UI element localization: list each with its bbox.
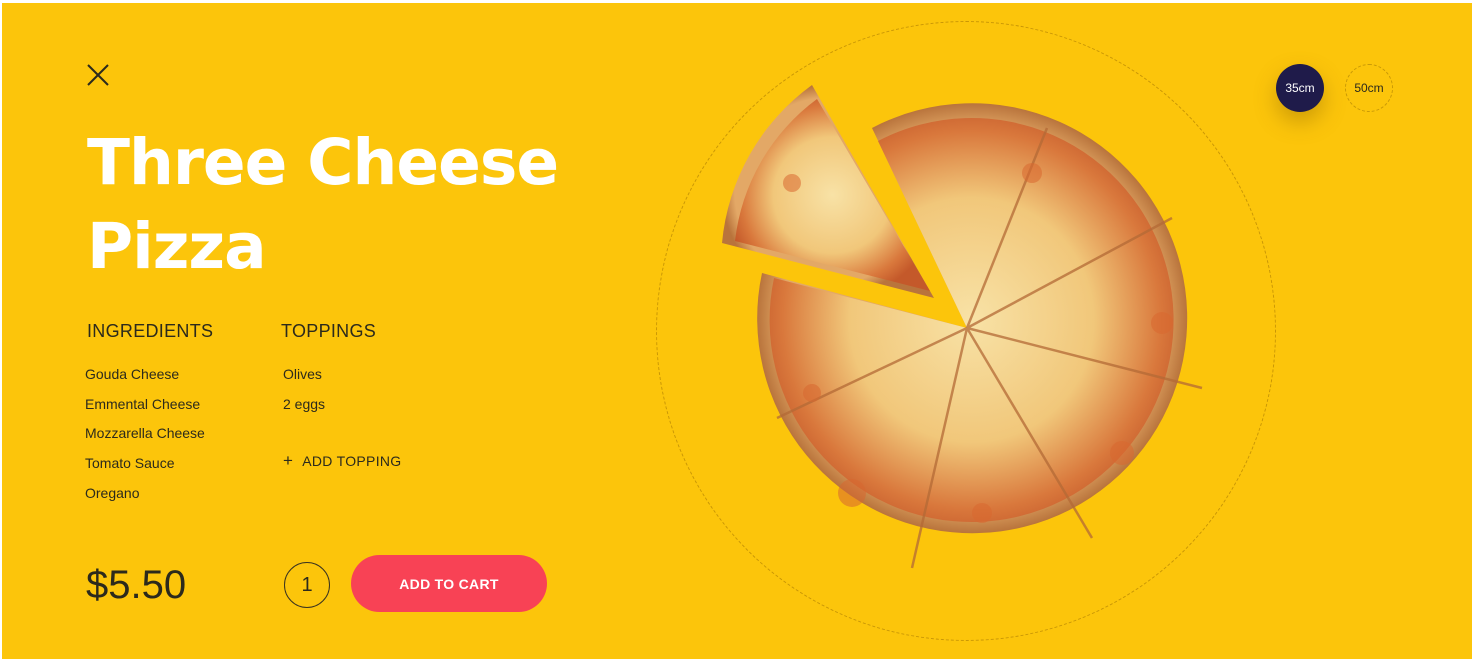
toppings-list: Olives 2 eggs	[283, 360, 325, 419]
ingredient-item: Tomato Sauce	[85, 455, 175, 472]
size-50cm-button[interactable]: 50cm	[1345, 64, 1393, 112]
ingredient-item: Gouda Cheese	[85, 366, 180, 382]
ingredient-item: Emmental Cheese	[85, 395, 201, 412]
toppings-heading: TOPPINGS	[281, 321, 377, 341]
product-card: Three Cheese Pizza INGREDIENTS Gouda Che…	[2, 3, 1472, 659]
add-topping-label: ADD TOPPING	[302, 452, 402, 469]
topping-item: 2 eggs	[283, 395, 326, 412]
quantity-stepper[interactable]: 1	[284, 562, 330, 608]
ingredients-list: Gouda Cheese Emmental Cheese Mozzarella …	[85, 360, 205, 508]
price: $5.50	[86, 563, 187, 607]
add-topping-button[interactable]: + ADD TOPPING	[283, 452, 401, 469]
ingredient-item: Mozzarella Cheese	[85, 425, 205, 442]
close-icon[interactable]	[84, 61, 112, 89]
ingredient-item: Oregano	[85, 484, 140, 501]
topping-item: Olives	[283, 366, 322, 382]
pizza-image	[722, 85, 1203, 569]
size-35cm-button[interactable]: 35cm	[1276, 64, 1324, 112]
product-title: Three Cheese Pizza	[87, 126, 559, 283]
add-to-cart-button[interactable]: ADD TO CART	[351, 555, 547, 612]
plus-icon: +	[283, 451, 294, 470]
ingredients-heading: INGREDIENTS	[87, 321, 214, 341]
